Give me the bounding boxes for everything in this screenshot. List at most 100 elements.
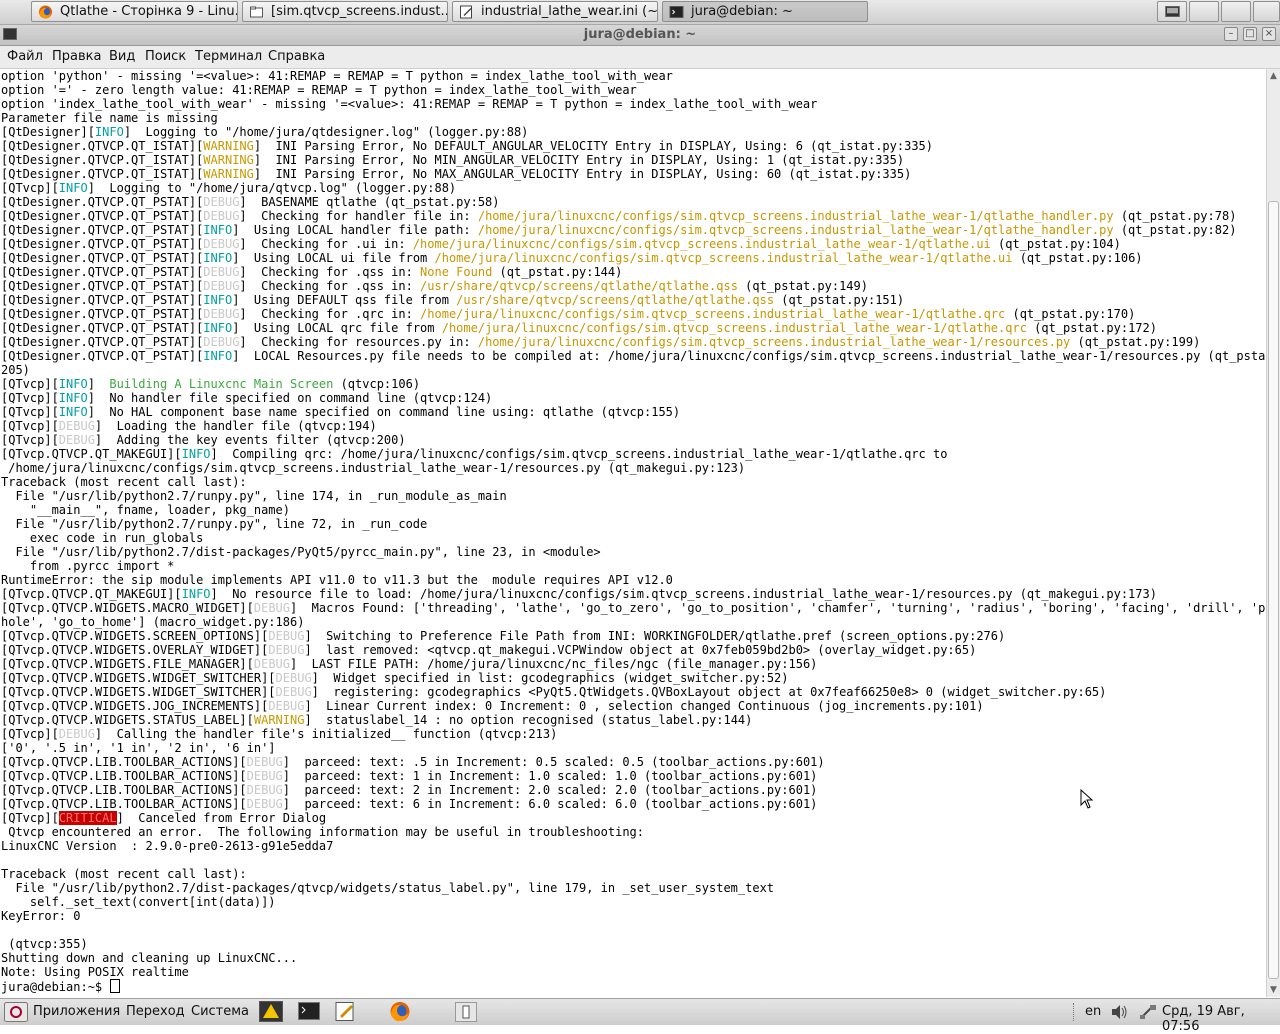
workspace-button-2[interactable] <box>1221 1 1251 22</box>
show-desktop-button[interactable] <box>1157 1 1187 22</box>
terminal-text: ] Checking for resources.py in: <box>239 335 478 349</box>
menu-terminal[interactable]: Терминал <box>195 49 262 64</box>
task-button-terminal[interactable]: jura@debian: ~ <box>662 1 868 22</box>
workspace-button-3[interactable] <box>1253 1 1280 22</box>
terminal-line: [QTvcp.QTVCP.LIB.TOOLBAR_ACTIONS][DEBUG]… <box>1 797 1266 811</box>
folder-icon <box>250 6 263 18</box>
terminal-line: [QtDesigner.QTVCP.QT_PSTAT][DEBUG] Check… <box>1 279 1266 293</box>
close-button[interactable]: × <box>1262 27 1276 41</box>
terminal-text: (qt_pstat.py:170) <box>1005 307 1136 321</box>
terminal-text: "__main__", fname, loader, pkg_name) <box>1 503 290 517</box>
terminal-text: [QTvcp.QTVCP.LIB.TOOLBAR_ACTIONS][ <box>1 769 247 783</box>
task-button-editor[interactable]: industrial_lathe_wear.ini (~... <box>452 1 658 22</box>
trash-icon[interactable] <box>455 1002 477 1022</box>
scrollbar-thumb[interactable] <box>1268 201 1279 979</box>
terminal-text: [QtDesigner.QTVCP.QT_PSTAT][ <box>1 195 204 209</box>
terminal-text: [QTvcp][ <box>1 377 59 391</box>
terminal-line: File "/usr/lib/python2.7/runpy.py", line… <box>1 517 1266 531</box>
firefox-icon[interactable] <box>388 1001 412 1022</box>
terminal-text: [QtDesigner.QTVCP.QT_ISTAT][ <box>1 167 204 181</box>
menu-help[interactable]: Справка <box>268 49 325 64</box>
terminal-text: ] INI Parsing Error, No MAX_ANGULAR_VELO… <box>253 167 912 181</box>
log-level-debug: DEBUG <box>268 629 305 643</box>
terminal-output[interactable]: option 'python' - missing '=<value>: 41:… <box>0 69 1266 997</box>
menu-file[interactable]: Файл <box>7 49 43 64</box>
maximize-button[interactable]: □ <box>1243 27 1257 41</box>
volume-icon[interactable] <box>1110 1004 1128 1020</box>
clock[interactable]: Срд, 19 Авг, 07:56 <box>1162 1004 1280 1034</box>
window-title: jura@debian: ~ <box>583 27 697 42</box>
log-level-info: INFO <box>181 447 211 461</box>
keyboard-layout-indicator[interactable]: en <box>1085 1004 1101 1019</box>
terminal-line: option 'python' - missing '=<value>: 41:… <box>1 69 1266 83</box>
terminal-text: [QtDesigner.QTVCP.QT_ISTAT][ <box>1 139 204 153</box>
task-label: jura@debian: ~ <box>691 4 793 19</box>
terminal-text: ] LAST FILE PATH: /home/jura/linuxcnc/nc… <box>290 657 818 671</box>
minimize-button[interactable]: – <box>1224 27 1238 41</box>
minimize-icon: – <box>1228 28 1234 39</box>
terminal-text: ] registering: gcodegraphics <PyQt5.QtWi… <box>311 685 1107 699</box>
places-menu[interactable]: Переход <box>126 1004 185 1019</box>
menu-edit[interactable]: Правка <box>52 49 101 64</box>
terminal-text: ] INI Parsing Error, No DEFAULT_ANGULAR_… <box>253 139 933 153</box>
window-titlebar[interactable]: jura@debian: ~ – □ × <box>0 25 1280 46</box>
terminal-text: [QtDesigner.QTVCP.QT_PSTAT][ <box>1 251 204 265</box>
scroll-down-arrow-icon[interactable]: ▼ <box>1267 983 1280 997</box>
log-level-green: Building A Linuxcnc Main Screen <box>109 377 334 391</box>
terminal-line: option 'index_lathe_tool_with_wear' - mi… <box>1 97 1266 111</box>
terminal-text: ] parceed: text: 2 in Increment: 2.0 sca… <box>282 783 818 797</box>
terminal-icon[interactable] <box>297 1001 321 1022</box>
log-level-debug: DEBUG <box>246 797 283 811</box>
debian-menu-icon[interactable] <box>4 1002 28 1022</box>
terminal-text: ] parceed: text: 6 in Increment: 6.0 sca… <box>282 797 818 811</box>
terminal-text: ] Logging to "/home/jura/qtvcp.log" (log… <box>87 181 457 195</box>
terminal-text: (qt_pstat.py:172) <box>1026 321 1157 335</box>
log-level-info: INFO <box>203 223 233 237</box>
terminal-line: from .pyrcc import * <box>1 559 1266 573</box>
terminal-text: ] Checking for .ui in: <box>239 237 413 251</box>
log-level-debug: DEBUG <box>203 335 240 349</box>
terminal-text: ] Switching to Preference File Path from… <box>304 629 1006 643</box>
terminal-line: [QtDesigner.QTVCP.QT_PSTAT][DEBUG] Check… <box>1 335 1266 349</box>
terminal-text: [QTvcp.QTVCP.WIDGETS.SCREEN_OPTIONS][ <box>1 629 269 643</box>
terminal-line: "__main__", fname, loader, pkg_name) <box>1 503 1266 517</box>
linuxcnc-icon[interactable] <box>259 1001 283 1022</box>
terminal-text: KeyError: 0 <box>1 909 81 923</box>
terminal-text: RuntimeError: the sip module implements … <box>1 573 673 587</box>
terminal-line: [QTvcp.QTVCP.WIDGETS.SCREEN_OPTIONS][DEB… <box>1 629 1266 643</box>
firefox-icon <box>39 5 52 19</box>
mouse-pointer-icon <box>1080 789 1094 809</box>
terminal-line: [QtDesigner.QTVCP.QT_PSTAT][DEBUG] Check… <box>1 265 1266 279</box>
terminal-text: [QTvcp.QTVCP.WIDGETS.WIDGET_SWITCHER][ <box>1 671 276 685</box>
terminal-text: ] No handler file specified on command l… <box>87 391 493 405</box>
menu-search[interactable]: Поиск <box>145 49 186 64</box>
log-level-path: /usr/share/qtvcp/screens/qtlathe/qtlathe… <box>420 279 738 293</box>
log-level-info: INFO <box>203 251 233 265</box>
terminal-text: ] INI Parsing Error, No MIN_ANGULAR_VELO… <box>253 153 905 167</box>
terminal-line: [QTvcp.QTVCP.WIDGETS.FILE_MANAGER][DEBUG… <box>1 657 1266 671</box>
terminal-text: exec code in run_globals <box>1 531 204 545</box>
terminal-text: [QtDesigner.QTVCP.QT_PSTAT][ <box>1 321 204 335</box>
terminal-text: option 'python' - missing '=<value>: 41:… <box>1 69 673 83</box>
terminal-text: [QTvcp.QTVCP.WIDGETS.FILE_MANAGER][ <box>1 657 254 671</box>
workspace-button-1[interactable] <box>1189 1 1219 22</box>
terminal-text: ['0', '.5 in', '1 in', '2 in', '6 in'] <box>1 741 276 755</box>
terminal-text: (qt_pstat.py:151) <box>774 293 905 307</box>
system-menu[interactable]: Система <box>191 1004 249 1019</box>
task-button-firefox[interactable]: Qtlathe - Сторінка 9 - Linu... <box>31 1 238 22</box>
log-level-debug: DEBUG <box>203 279 240 293</box>
terminal-text: ] last removed: <qtvcp.qt_makegui.VCPWin… <box>304 643 977 657</box>
log-level-debug: DEBUG <box>268 699 305 713</box>
task-button-file-manager[interactable]: [sim.qtvcp_screens.indust... <box>242 1 448 22</box>
terminal-text: Qtvcp encountered an error. The followin… <box>1 825 644 839</box>
scroll-up-arrow-icon[interactable]: ▲ <box>1267 69 1280 83</box>
log-level-debug: DEBUG <box>203 307 240 321</box>
text-editor-icon[interactable] <box>333 1001 357 1022</box>
applications-menu[interactable]: Приложения <box>33 1004 120 1019</box>
terminal-text: [QTvcp.QTVCP.WIDGETS.MACRO_WIDGET][ <box>1 601 254 615</box>
log-level-debug: DEBUG <box>58 419 95 433</box>
vertical-scrollbar[interactable]: ▲ ▼ <box>1266 69 1280 997</box>
menu-view[interactable]: Вид <box>109 49 135 64</box>
terminal-prompt-line[interactable]: jura@debian:~$ <box>1 979 1266 994</box>
network-icon[interactable] <box>1139 1004 1157 1020</box>
